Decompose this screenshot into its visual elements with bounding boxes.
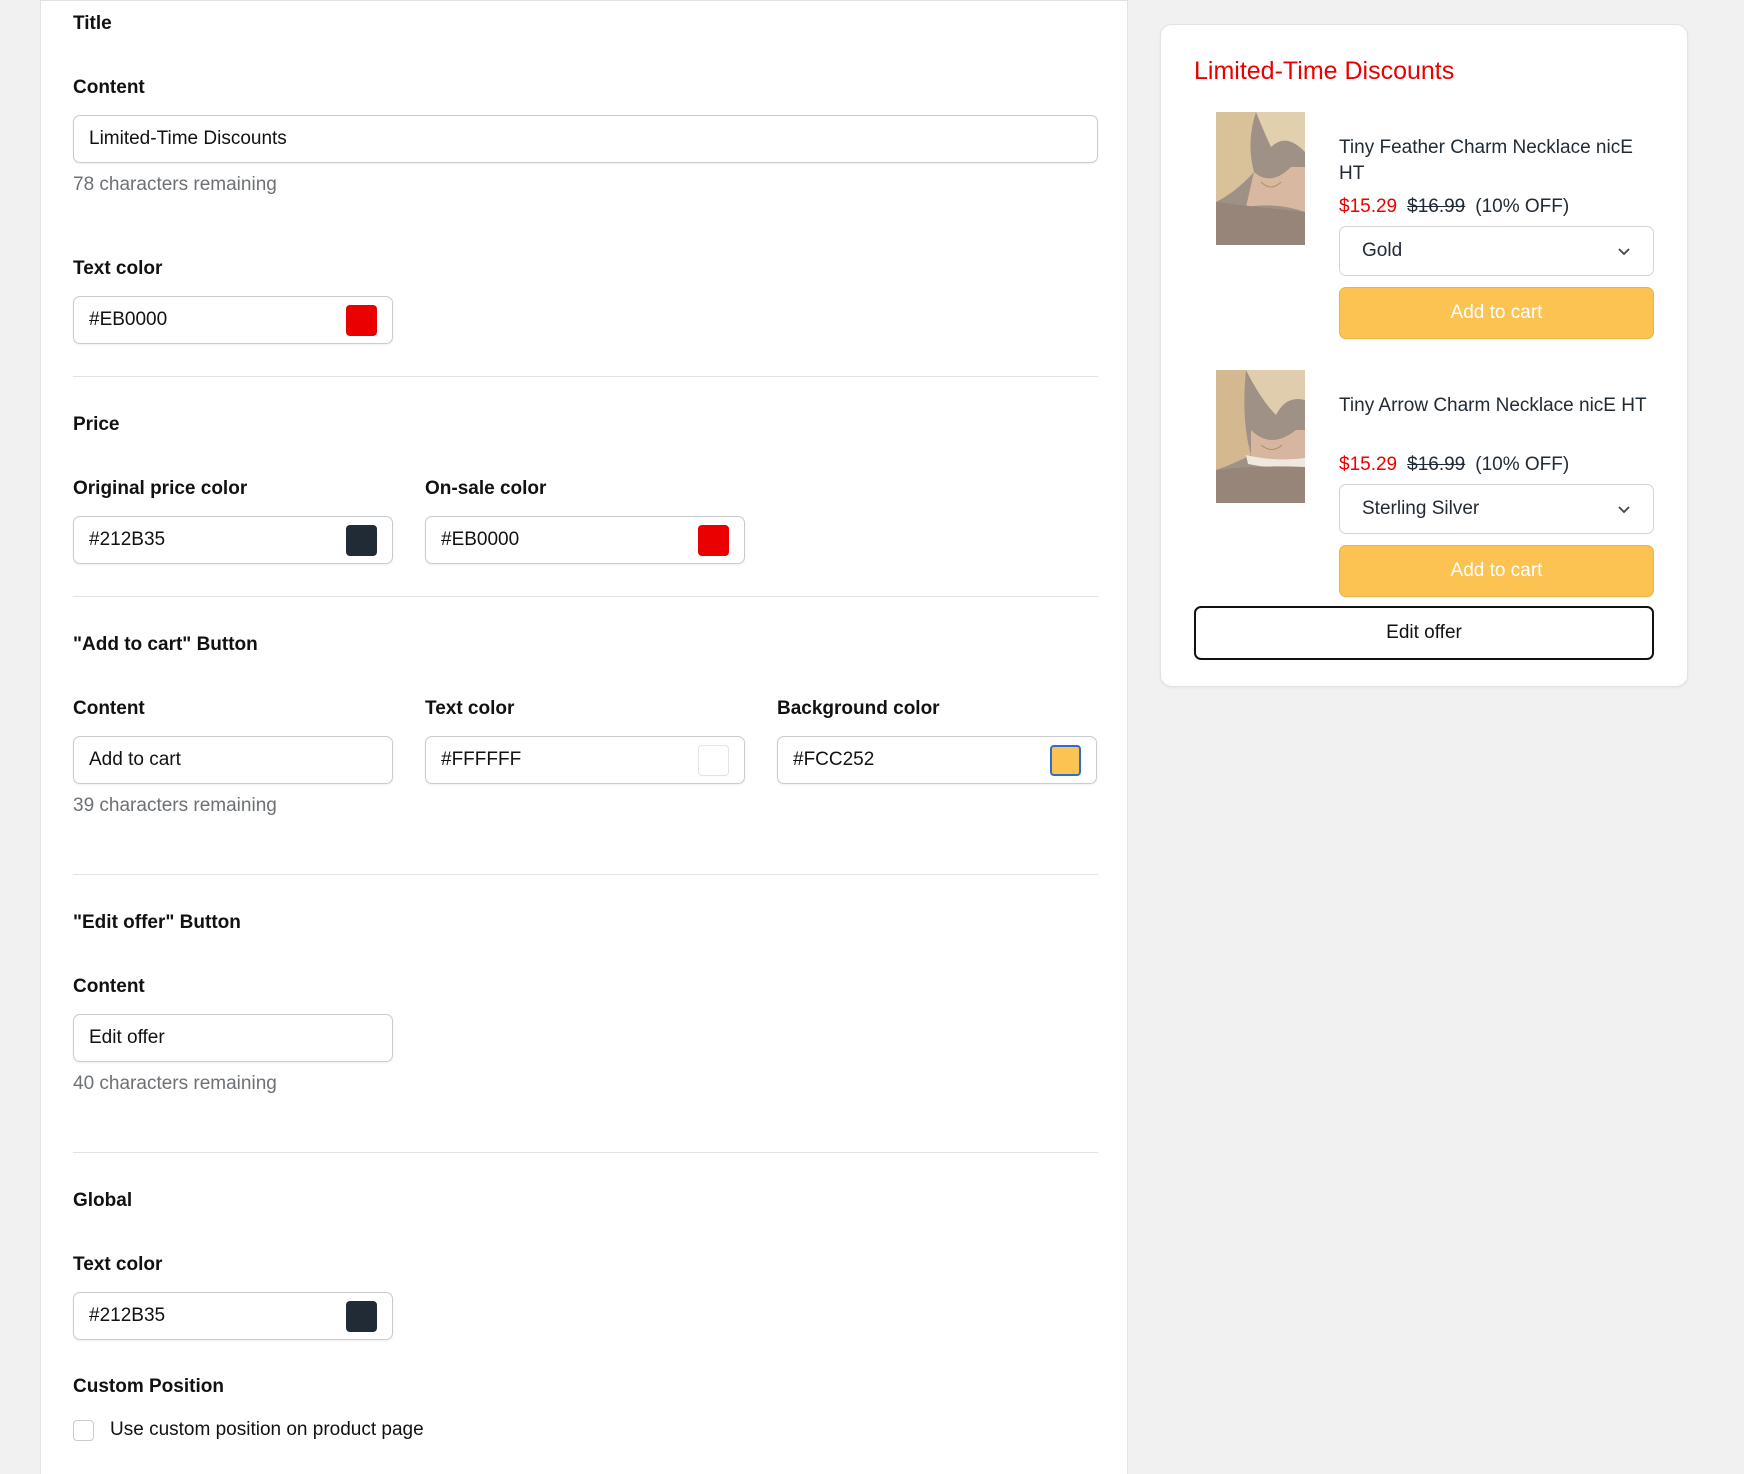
variant-value: Sterling Silver: [1362, 498, 1480, 519]
title-text-color-value: #EB0000: [89, 309, 168, 330]
original-price: $16.99: [1407, 196, 1466, 217]
on-sale-color-label: On-sale color: [425, 478, 547, 499]
add-to-cart-button[interactable]: Add to cart: [1339, 545, 1654, 597]
custom-position-checkbox-label[interactable]: Use custom position on product page: [110, 1419, 424, 1441]
edit-offer-content-input[interactable]: Edit offer: [73, 1014, 393, 1062]
custom-position-checkbox[interactable]: [73, 1420, 94, 1441]
on-sale-color-input[interactable]: #EB0000: [425, 516, 745, 564]
global-text-color-swatch[interactable]: [346, 1300, 377, 1332]
edit-offer-content-value: Edit offer: [89, 1027, 165, 1048]
atc-text-color-value: #FFFFFF: [441, 749, 522, 770]
product-image[interactable]: [1216, 370, 1305, 503]
atc-section-heading: "Add to cart" Button: [73, 634, 258, 655]
variant-value: Gold: [1362, 240, 1403, 261]
original-price-color-value: #212B35: [89, 529, 166, 550]
chevron-down-icon: [1618, 248, 1630, 256]
atc-bg-color-value: #FCC252: [793, 749, 875, 770]
sale-price: $15.29: [1339, 454, 1398, 475]
edit-offer-button[interactable]: Edit offer: [1194, 606, 1654, 660]
original-price-color-label: Original price color: [73, 478, 248, 499]
sale-price: $15.29: [1339, 196, 1398, 217]
variant-select[interactable]: Gold: [1339, 226, 1654, 276]
on-sale-color-value: #EB0000: [441, 529, 520, 550]
original-price-color-input[interactable]: #212B35: [73, 516, 393, 564]
product-name[interactable]: Tiny Arrow Charm Necklace nicE HT: [1339, 393, 1659, 419]
variant-select[interactable]: Sterling Silver: [1339, 484, 1654, 534]
atc-content-label: Content: [73, 698, 145, 719]
product-name[interactable]: Tiny Feather Charm Necklace nicE HT: [1339, 135, 1659, 187]
original-price-color-swatch[interactable]: [346, 524, 377, 556]
title-content-input[interactable]: Limited-Time Discounts: [73, 115, 1098, 163]
edit-offer-section-heading: "Edit offer" Button: [73, 912, 241, 933]
divider: [73, 1152, 1098, 1153]
divider: [73, 376, 1098, 377]
discount-label: (10% OFF): [1475, 454, 1570, 475]
atc-bg-color-label: Background color: [777, 698, 940, 719]
discount-label: (10% OFF): [1475, 196, 1570, 217]
title-section-heading: Title: [73, 13, 112, 34]
edit-offer-content-label: Content: [73, 976, 145, 997]
atc-text-color-swatch[interactable]: [698, 744, 729, 776]
divider: [73, 596, 1098, 597]
atc-text-color-input[interactable]: #FFFFFF: [425, 736, 745, 784]
offer-preview-card: Limited-Time Discounts Tiny Feather Char…: [1160, 24, 1688, 687]
product-image[interactable]: [1216, 112, 1305, 245]
preview-title: Limited-Time Discounts: [1194, 57, 1455, 85]
atc-text-color-label: Text color: [425, 698, 515, 719]
edit-offer-characters-remaining: 40 characters remaining: [73, 1073, 277, 1094]
title-text-color-swatch[interactable]: [346, 304, 377, 336]
on-sale-color-swatch[interactable]: [698, 524, 729, 556]
custom-position-heading: Custom Position: [73, 1376, 224, 1397]
price-row: $15.29 $16.99 (10% OFF): [1339, 454, 1569, 476]
global-text-color-label: Text color: [73, 1254, 163, 1275]
title-text-color-input[interactable]: #EB0000: [73, 296, 393, 344]
title-content-value: Limited-Time Discounts: [89, 128, 287, 149]
price-section-heading: Price: [73, 414, 120, 435]
chevron-down-icon: [1618, 506, 1630, 514]
divider: [73, 874, 1098, 875]
atc-characters-remaining: 39 characters remaining: [73, 795, 277, 816]
title-characters-remaining: 78 characters remaining: [73, 174, 277, 195]
price-row: $15.29 $16.99 (10% OFF): [1339, 196, 1569, 218]
atc-content-input[interactable]: Add to cart: [73, 736, 393, 784]
atc-bg-color-input[interactable]: #FCC252: [777, 736, 1097, 784]
atc-content-value: Add to cart: [89, 749, 181, 770]
global-text-color-value: #212B35: [89, 1305, 166, 1326]
add-to-cart-button[interactable]: Add to cart: [1339, 287, 1654, 339]
settings-panel: Title Content Limited-Time Discounts 78 …: [40, 0, 1128, 1474]
global-section-heading: Global: [73, 1190, 133, 1211]
original-price: $16.99: [1407, 454, 1466, 475]
title-content-label: Content: [73, 77, 145, 98]
title-text-color-label: Text color: [73, 258, 163, 279]
atc-bg-color-swatch[interactable]: [1050, 744, 1081, 776]
global-text-color-input[interactable]: #212B35: [73, 1292, 393, 1340]
